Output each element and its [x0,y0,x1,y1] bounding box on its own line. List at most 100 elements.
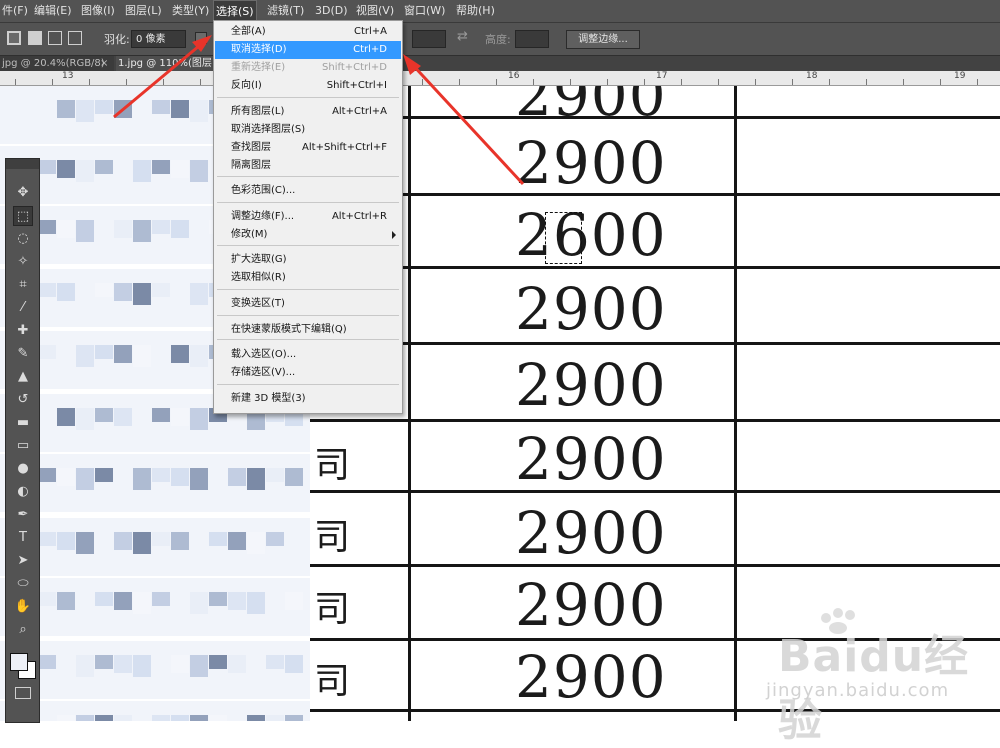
table-column-rule [408,86,411,721]
rectangular-marquee-icon[interactable]: ⬚ [13,206,33,226]
refine-edge-button[interactable]: 调整边缘... [566,30,640,49]
tab-close-icon[interactable]: × [100,56,108,71]
amount-cell: 2900 [515,86,667,129]
pixel-block [57,283,75,301]
menu-item[interactable]: 3D(D) [313,0,350,22]
menu-item[interactable]: 帮助(H) [454,0,497,22]
select-menu-item[interactable]: 调整边缘(F)... Alt+Ctrl+R [215,208,401,226]
menu-item[interactable]: 滤镜(T) [265,0,306,22]
marquee-preset-icon[interactable] [7,31,21,45]
pixel-block [114,220,132,238]
menu-item[interactable]: 选择(S) [213,0,257,22]
pixel-block [285,715,303,721]
new-selection-icon[interactable] [28,31,42,45]
pixel-block [76,345,94,367]
company-name-fragment: 司 [314,661,351,702]
ruler-tick [681,79,682,85]
select-menu-item[interactable]: 修改(M) [215,226,401,244]
menu-item[interactable]: 编辑(E) [32,0,74,22]
foreground-color-swatch[interactable] [10,653,28,671]
move-icon[interactable]: ✥ [13,183,33,203]
pixel-block [114,592,132,610]
select-menu-item[interactable]: 取消选择(D) Ctrl+D [215,41,401,59]
toolbox-header[interactable] [6,159,39,169]
menu-item[interactable]: 视图(V) [354,0,396,22]
feather-input[interactable]: 0 像素 [131,30,186,48]
select-menu-item[interactable]: 隔离图层 [215,157,401,175]
select-menu-item[interactable]: 反向(I) Shift+Ctrl+I [215,77,401,95]
zoom-icon[interactable]: ⌕ [13,620,33,640]
ruler-tick [792,79,793,85]
menu-item-label: 全部(A) [231,26,266,37]
pixel-block [247,468,265,490]
eraser-icon[interactable]: ▬ [13,413,33,433]
select-menu-item[interactable]: 存储选区(V)... [215,364,401,382]
dodge-icon[interactable]: ◐ [13,482,33,502]
add-to-selection-icon[interactable] [48,31,62,45]
select-menu-item[interactable]: 所有图层(L) Alt+Ctrl+A [215,103,401,121]
spot-healing-brush-icon[interactable]: ✚ [13,321,33,341]
pixel-block [76,220,94,242]
pixel-block [76,655,94,677]
pixel-block [133,468,151,490]
type-icon[interactable]: T [13,528,33,548]
select-menu-item[interactable]: 在快速蒙版模式下编辑(Q) [215,321,401,339]
gradient-icon[interactable]: ▭ [13,436,33,456]
pixel-block [114,283,132,301]
menu-item[interactable]: 图层(L) [123,0,164,22]
select-menu-item[interactable]: 载入选区(O)... [215,346,401,364]
quick-mask-icon[interactable] [15,687,31,699]
pixel-block [114,100,132,118]
pixel-block [209,592,227,606]
intersect-selection-icon[interactable] [68,31,82,45]
clone-stamp-icon[interactable]: ▲ [13,367,33,387]
select-menu-item[interactable]: 选取相似(R) [215,269,401,287]
eyedropper-icon[interactable]: ⁄ [13,298,33,318]
tab-document-2[interactable]: 1.jpg @ 110%(图层 [116,56,215,71]
height-input[interactable] [515,30,549,48]
select-menu-item[interactable]: 全部(A) Ctrl+A [215,23,401,41]
pixel-block [285,468,303,486]
tab-label: jpg @ 20.4%(RGB/8) [2,58,105,69]
menu-item[interactable]: 图像(I) [79,0,117,22]
menu-item-label: 修改(M) [231,229,268,240]
width-input[interactable] [412,30,446,48]
lasso-icon[interactable]: ◌ [13,229,33,249]
amount-cell: 2900 [515,351,667,419]
select-menu-item[interactable]: 扩大选取(G) [215,251,401,269]
anti-alias-checkbox[interactable] [195,32,207,44]
pen-icon[interactable]: ✒ [13,505,33,525]
ruler-label: 16 [508,71,520,81]
hand-icon[interactable]: ✋ [13,597,33,617]
select-menu-item[interactable]: 取消选择图层(S) [215,121,401,139]
ellipse-icon[interactable]: ⬭ [13,574,33,594]
pixel-block [285,592,303,610]
crop-icon[interactable]: ⌗ [13,275,33,295]
menu-item-label: 扩大选取(G) [231,254,287,265]
pixel-block [133,160,151,182]
menu-item[interactable]: 窗口(W) [402,0,447,22]
select-menu-item[interactable]: 色彩范围(C)... [215,182,401,200]
swap-icon[interactable]: ⇄ [457,29,468,44]
baidu-watermark: Baidu经验 jingyan.baidu.com [758,608,998,746]
pixel-block [171,532,189,550]
select-menu-item[interactable]: 变换选区(T) [215,295,401,313]
brush-icon[interactable]: ✎ [13,344,33,364]
amount-cell: 2900 [515,571,667,639]
select-menu-item[interactable]: 查找图层 Alt+Shift+Ctrl+F [215,139,401,157]
select-menu-item[interactable]: 新建 3D 模型(3) [215,390,401,408]
blur-icon[interactable]: ● [13,459,33,479]
quick-selection-icon[interactable]: ✧ [13,252,33,272]
menu-item[interactable]: 件(F) [0,0,30,22]
pixel-block [95,655,113,669]
pixel-block [38,345,56,359]
table-rule [400,342,1000,345]
select-menu-item: 重新选择(E) Shift+Ctrl+D [215,59,401,77]
path-selection-icon[interactable]: ➤ [13,551,33,571]
tab-document-1[interactable]: jpg @ 20.4%(RGB/8) × [0,56,114,71]
ruler-tick [89,79,90,85]
ruler-tick [126,79,127,85]
amount-cell: 2900 [515,499,667,567]
history-brush-icon[interactable]: ↺ [13,390,33,410]
menu-item[interactable]: 类型(Y) [170,0,211,22]
